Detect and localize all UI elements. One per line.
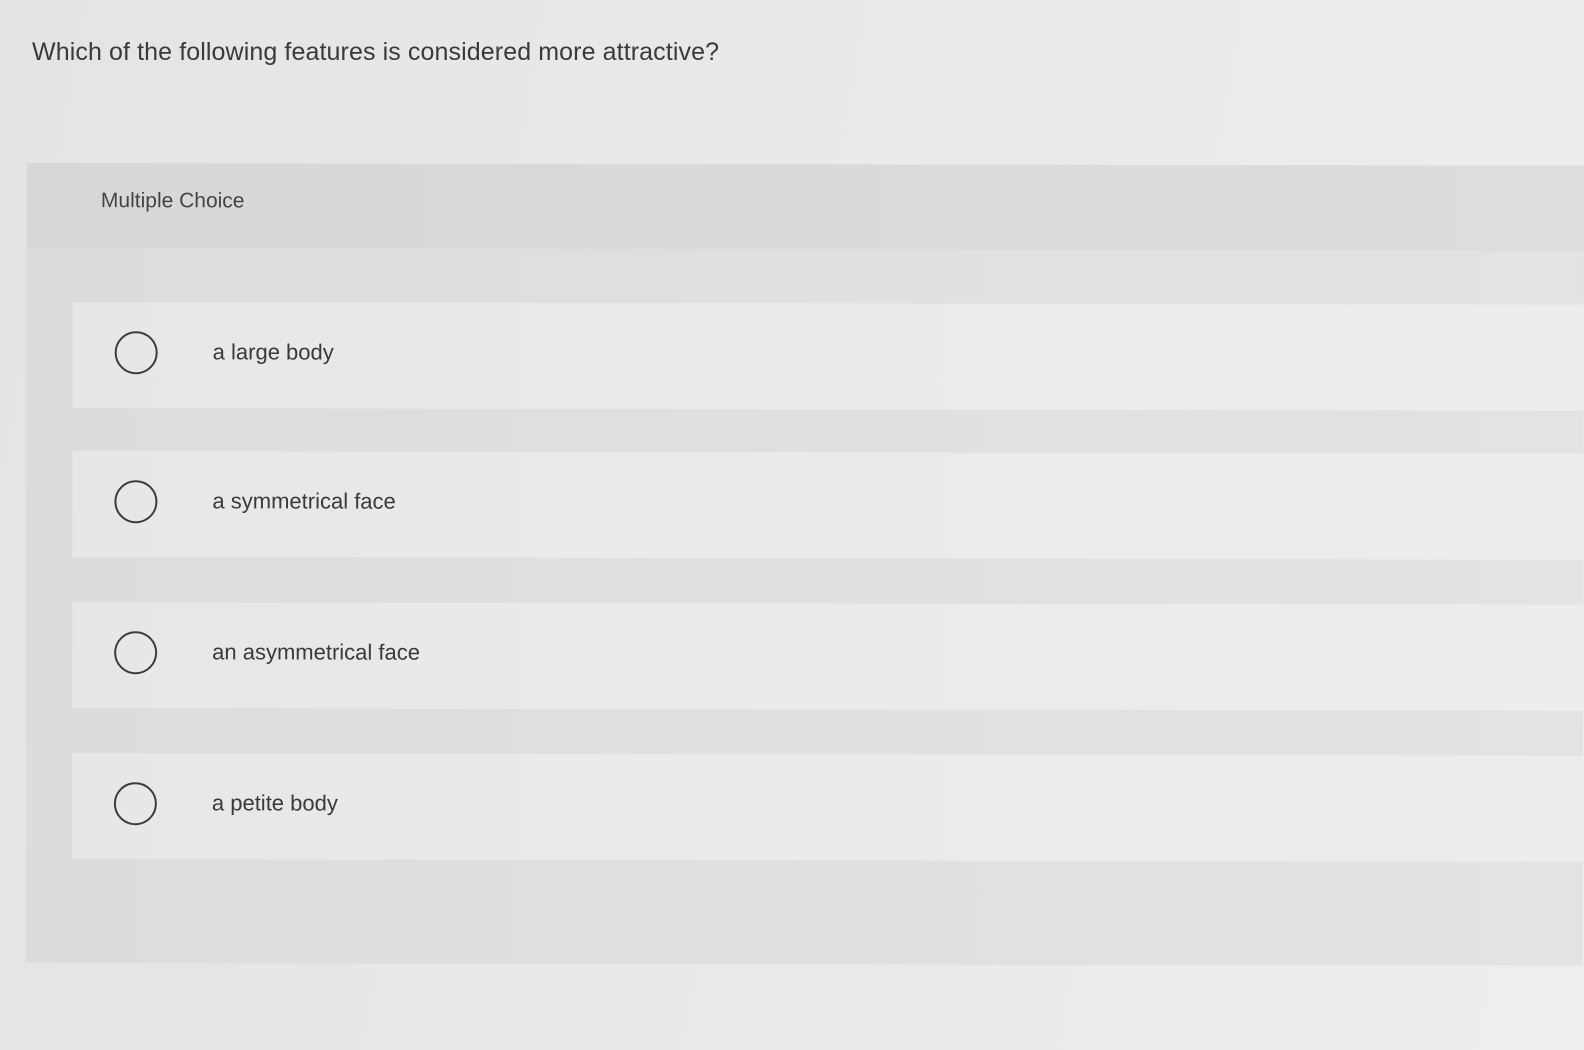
answer-option-3[interactable]: an asymmetrical face — [72, 602, 1584, 711]
answer-option-2[interactable]: a symmetrical face — [72, 451, 1584, 560]
multiple-choice-panel: Multiple Choice a large body a symmetric… — [25, 163, 1584, 966]
answer-option-label[interactable]: an asymmetrical face — [212, 639, 420, 665]
answer-option-label[interactable]: a petite body — [212, 790, 338, 816]
question-text: Which of the following features is consi… — [32, 38, 720, 66]
radio-button-icon[interactable] — [114, 331, 158, 375]
radio-button-icon[interactable] — [113, 782, 157, 826]
answer-option-4[interactable]: a petite body — [71, 753, 1583, 862]
multiple-choice-label: Multiple Choice — [100, 189, 245, 213]
answer-option-1[interactable]: a large body — [72, 302, 1584, 411]
answer-option-label[interactable]: a symmetrical face — [212, 488, 395, 514]
multiple-choice-header: Multiple Choice — [26, 163, 1584, 251]
radio-button-icon[interactable] — [114, 631, 158, 675]
radio-button-icon[interactable] — [114, 480, 158, 524]
answer-option-label[interactable]: a large body — [213, 339, 334, 365]
